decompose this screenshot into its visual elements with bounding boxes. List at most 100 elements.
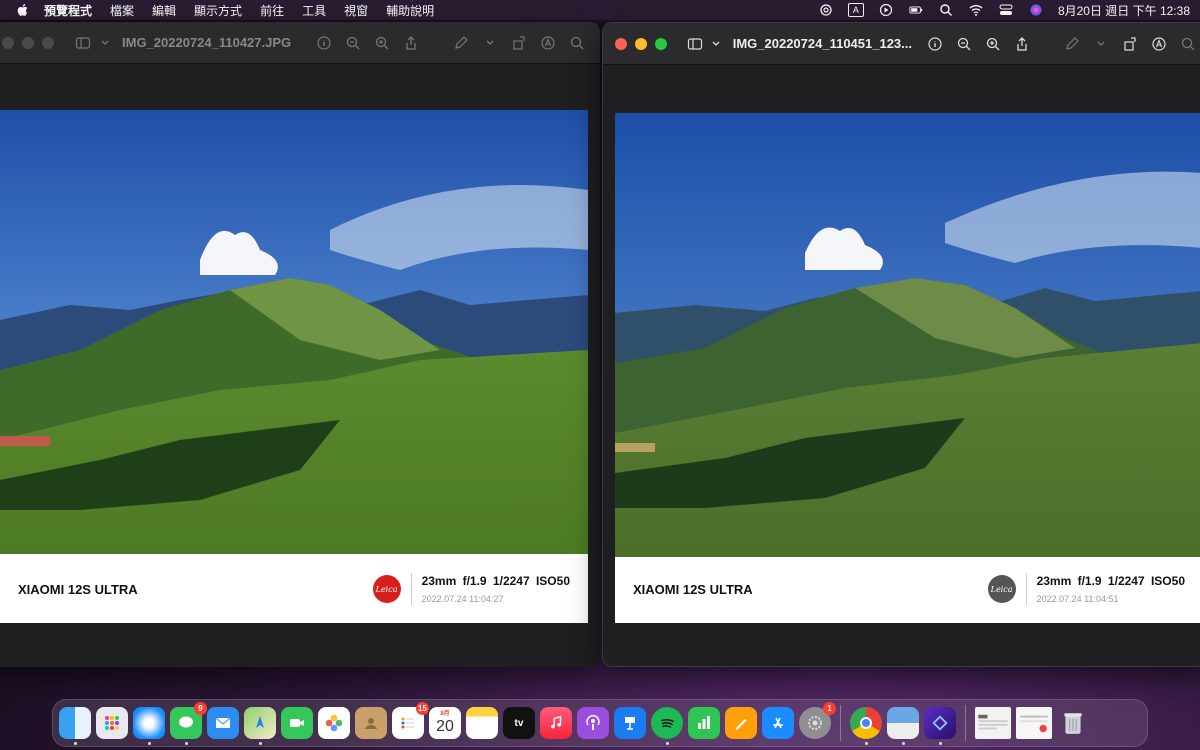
chevron-down-icon[interactable] (706, 33, 727, 55)
music-icon[interactable] (540, 707, 572, 739)
image-canvas[interactable]: XIAOMI 12S ULTRA Leica 23mm f/1.9 1/2247… (603, 66, 1200, 666)
menu-edit[interactable]: 編輯 (152, 2, 176, 19)
apple-icon[interactable] (16, 3, 30, 17)
recent-window-thumbnail[interactable] (1016, 707, 1052, 739)
image-canvas[interactable]: XIAOMI 12S ULTRA Leica 23mm f/1.9 1/2247… (0, 65, 600, 667)
window-controls (615, 37, 667, 50)
camera-model: XIAOMI 12S ULTRA (633, 581, 753, 597)
menu-help[interactable]: 輔助說明 (386, 2, 434, 19)
search-icon[interactable] (566, 32, 588, 54)
exif-params: 23mm f/1.9 1/2247 ISO50 (421, 574, 570, 588)
zoom-button[interactable] (42, 36, 54, 49)
menu-file[interactable]: 檔案 (110, 2, 134, 19)
close-button[interactable] (615, 37, 627, 50)
search-icon[interactable] (1177, 33, 1199, 55)
zoom-button[interactable] (655, 37, 667, 50)
annotate-icon[interactable] (537, 32, 559, 54)
chatgpt-icon[interactable] (818, 3, 834, 17)
markup-pen-icon[interactable] (1061, 33, 1083, 55)
chevron-down-icon[interactable] (94, 32, 116, 54)
annotate-icon[interactable] (1148, 33, 1170, 55)
mail-icon[interactable] (207, 707, 239, 739)
input-source-indicator[interactable]: A (847, 3, 864, 17)
window-title: IMG_20220724_110451_123... (732, 36, 912, 51)
chevron-down-icon[interactable] (479, 32, 501, 54)
chevron-down-icon[interactable] (1090, 33, 1112, 55)
keynote-icon[interactable] (614, 707, 646, 739)
trash-icon[interactable] (1057, 707, 1089, 739)
menu-go[interactable]: 前往 (260, 2, 284, 19)
caption-divider (1025, 573, 1027, 605)
finder-icon[interactable] (59, 707, 91, 745)
calendar-month: 8月 (440, 711, 450, 717)
recent-window-thumbnail[interactable] (975, 707, 1011, 739)
numbers-icon[interactable] (688, 707, 720, 739)
landscape-photo (615, 113, 1200, 557)
markup-pen-icon[interactable] (450, 32, 472, 54)
preview-window-left[interactable]: IMG_20220724_110427.JPG XIAOMI 12S ULTRA… (0, 22, 600, 667)
photos-icon[interactable] (318, 707, 350, 739)
dock: 9 15 8月 20 tv 1 (52, 699, 1148, 747)
preview-icon[interactable] (887, 707, 919, 745)
camera-model: XIAOMI 12S ULTRA (18, 581, 138, 597)
zoom-out-icon[interactable] (953, 33, 975, 55)
shortcuts-app-icon[interactable] (924, 707, 956, 745)
window-controls (2, 36, 54, 49)
facetime-icon[interactable] (281, 707, 313, 739)
rotate-icon[interactable] (508, 32, 530, 54)
pages-icon[interactable] (725, 707, 757, 739)
maps-icon[interactable] (244, 707, 276, 745)
landscape-photo (0, 110, 588, 554)
control-center-icon[interactable] (998, 3, 1014, 17)
info-icon[interactable] (313, 32, 335, 54)
notes-icon[interactable] (466, 707, 498, 739)
search-icon[interactable] (938, 3, 954, 17)
reminders-icon[interactable]: 15 (392, 702, 429, 739)
sidebar-toggle-icon[interactable] (72, 32, 94, 54)
zoom-in-icon[interactable] (982, 33, 1004, 55)
exif-date: 2022.07.24 11:04:27 (421, 594, 504, 604)
menu-app-name[interactable]: 預覽程式 (44, 2, 92, 19)
close-button[interactable] (2, 36, 14, 49)
system-settings-icon[interactable]: 1 (799, 702, 836, 739)
info-icon[interactable] (924, 33, 946, 55)
siri-icon[interactable] (1028, 3, 1044, 17)
exif-params: 23mm f/1.9 1/2247 ISO50 (1036, 574, 1185, 588)
photo-card: XIAOMI 12S ULTRA Leica 23mm f/1.9 1/2247… (615, 113, 1200, 623)
system-settings-badge: 1 (823, 702, 836, 715)
menu-tools[interactable]: 工具 (302, 2, 326, 19)
contacts-icon[interactable] (355, 707, 387, 739)
calendar-icon[interactable]: 8月 20 (429, 707, 461, 739)
calendar-day: 20 (436, 718, 454, 735)
rotate-icon[interactable] (1119, 33, 1141, 55)
wifi-icon[interactable] (968, 3, 984, 17)
minimize-button[interactable] (635, 37, 647, 50)
play-icon[interactable] (878, 3, 894, 17)
sidebar-toggle-icon[interactable] (685, 33, 706, 55)
share-icon[interactable] (1011, 33, 1033, 55)
battery-icon[interactable] (908, 3, 924, 17)
menu-window[interactable]: 視窗 (344, 2, 368, 19)
messages-icon[interactable]: 9 (170, 702, 207, 745)
photo-caption: XIAOMI 12S ULTRA Leica 23mm f/1.9 1/2247… (0, 555, 588, 623)
reminders-badge: 15 (416, 702, 429, 715)
zoom-out-icon[interactable] (342, 32, 364, 54)
safari-icon[interactable] (133, 707, 165, 745)
launchpad-icon[interactable] (96, 707, 128, 739)
dock-separator (840, 705, 841, 741)
minimize-button[interactable] (22, 36, 34, 49)
spotify-icon[interactable] (651, 707, 683, 745)
window-titlebar[interactable]: IMG_20220724_110451_123... (603, 23, 1200, 65)
share-icon[interactable] (400, 32, 422, 54)
window-titlebar[interactable]: IMG_20220724_110427.JPG (0, 22, 600, 64)
podcasts-icon[interactable] (577, 707, 609, 739)
messages-badge: 9 (194, 702, 207, 715)
photo-caption: XIAOMI 12S ULTRA Leica 23mm f/1.9 1/2247… (615, 555, 1200, 623)
app-store-icon[interactable] (762, 707, 794, 739)
menubar-clock[interactable]: 8月20日 週日 下午 12:38 (1058, 2, 1190, 19)
menu-view[interactable]: 顯示方式 (194, 2, 242, 19)
chrome-icon[interactable] (850, 707, 882, 745)
apple-tv-icon[interactable]: tv (503, 707, 535, 739)
zoom-in-icon[interactable] (371, 32, 393, 54)
preview-window-right[interactable]: IMG_20220724_110451_123... XIAOMI 12S UL… (602, 22, 1200, 667)
